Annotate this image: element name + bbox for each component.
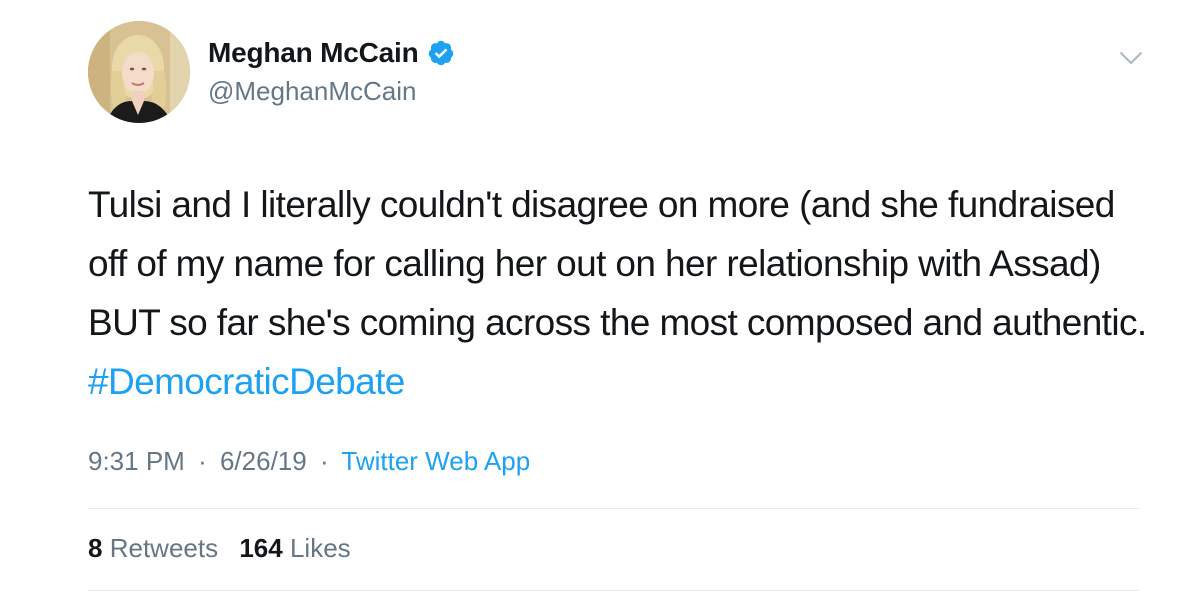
avatar[interactable] <box>88 21 190 123</box>
likes-label: Likes <box>289 533 351 563</box>
retweets-stat[interactable]: 8 Retweets <box>88 533 225 563</box>
likes-stat[interactable]: 164 Likes <box>239 533 350 563</box>
hashtag-link[interactable]: #DemocraticDebate <box>88 361 405 402</box>
tweet-text-content: Tulsi and I literally couldn't disagree … <box>88 184 1147 343</box>
author-display-name[interactable]: Meghan McCain <box>208 37 419 69</box>
likes-count: 164 <box>239 533 283 563</box>
profile-photo-icon <box>88 21 190 123</box>
tweet-time[interactable]: 9:31 PM <box>88 446 185 476</box>
tweet-text: Tulsi and I literally couldn't disagree … <box>88 175 1148 411</box>
author-name-row: Meghan McCain <box>208 36 455 70</box>
tweet-timestamp-row: 9:31 PM · 6/26/19 · Twitter Web App <box>88 446 530 477</box>
tweet-date[interactable]: 6/26/19 <box>220 446 307 476</box>
chevron-down-icon[interactable] <box>1118 48 1144 68</box>
author-handle[interactable]: @MeghanMcCain <box>208 76 416 107</box>
retweets-label: Retweets <box>109 533 219 563</box>
retweets-count: 8 <box>88 533 103 563</box>
meta-separator: · <box>198 446 207 476</box>
tweet-source-link[interactable]: Twitter Web App <box>341 446 530 476</box>
engagement-stats: 8 Retweets 164 Likes <box>88 533 365 564</box>
verified-badge-icon <box>428 40 453 66</box>
tweet-card: Meghan McCain @MeghanMcCain Tulsi and I … <box>0 0 1200 605</box>
divider <box>88 508 1140 509</box>
meta-separator: · <box>319 446 329 476</box>
divider <box>88 590 1140 591</box>
